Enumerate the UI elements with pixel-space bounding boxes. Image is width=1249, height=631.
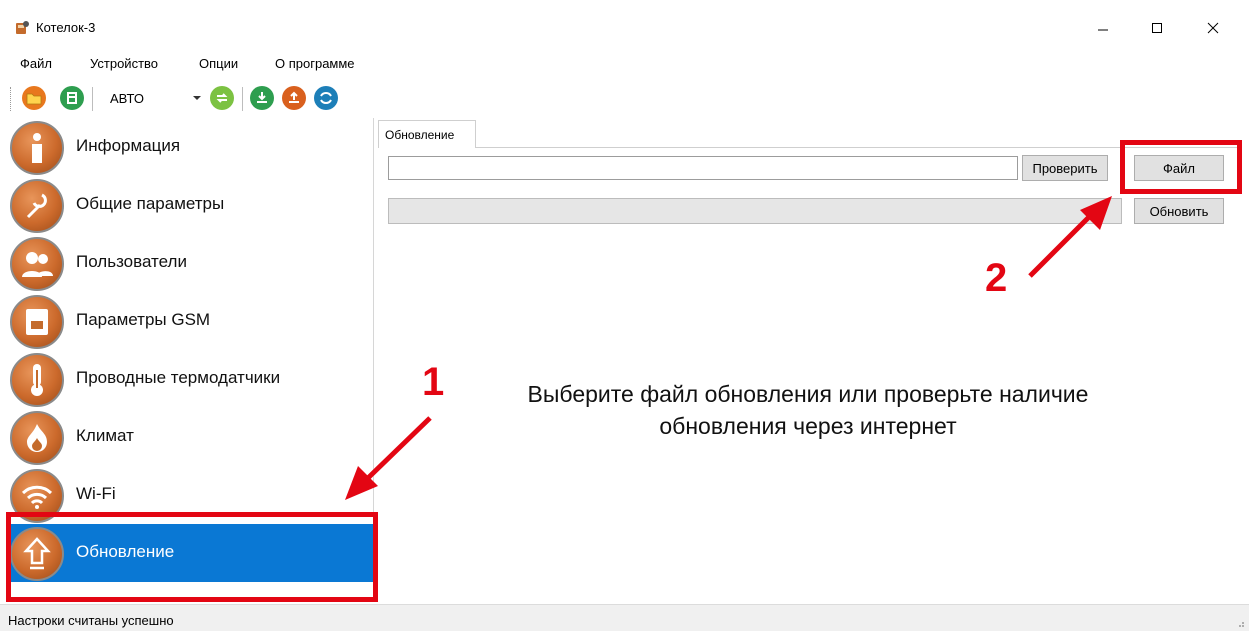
status-text: Настроки считаны успешно xyxy=(8,613,174,628)
status-bar: Настроки считаны успешно xyxy=(0,604,1249,631)
step-2-label: 2 xyxy=(985,256,1008,300)
annotation-arrows xyxy=(345,196,1112,500)
instruction-line-2: обновления через интернет xyxy=(659,413,957,439)
arrow-1-icon xyxy=(345,416,432,500)
instruction-text: Выберите файл обновления или проверьте н… xyxy=(452,378,1164,442)
arrow-2-icon xyxy=(1028,196,1112,278)
instruction-line-1: Выберите файл обновления или проверьте н… xyxy=(527,381,1089,407)
resize-grip-icon[interactable] xyxy=(1235,618,1245,628)
step-1-label: 1 xyxy=(422,360,445,404)
